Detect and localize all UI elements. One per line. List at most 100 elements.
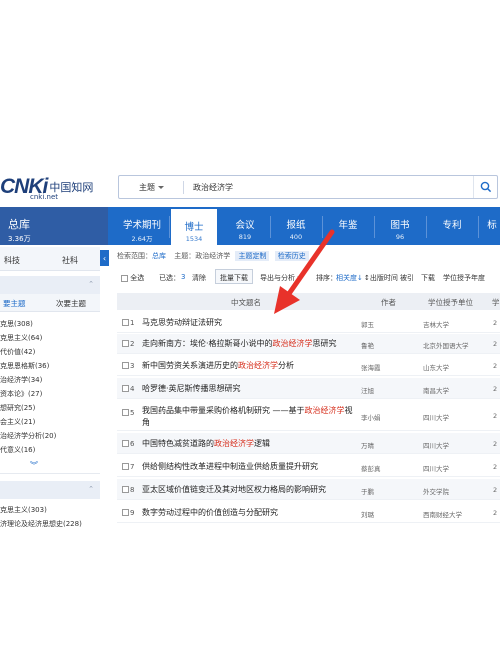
search-input[interactable]: 政治经济学 [193,182,233,193]
subject-item[interactable]: 济理论及经济思想史(228) [0,519,82,529]
column-header-year[interactable]: 学 [492,297,500,308]
row-checkbox[interactable] [122,409,129,416]
sort-degree-year[interactable]: 学位授予年度 [443,273,485,283]
result-title-link[interactable]: 供给侧结构性改革进程中制造业供给质量提升研究 [142,461,318,473]
checkbox[interactable] [121,274,128,282]
table-row[interactable]: 3 新中国劳资关系演进历史的政治经济学分析 张海霞 山东大学 2 [117,356,500,376]
table-row[interactable]: 2 走向新南方：埃伦·格拉斯哥小说中的政治经济学思研究 鲁艳 北京外国语大学 2 [117,334,500,354]
cnki-logo[interactable]: CNKi 中国知网 cnki.net [0,172,110,202]
unit-link[interactable]: 南昌大学 [423,385,449,395]
author-link[interactable]: 李小娟 [361,412,381,422]
title-text: 哈罗德·英尼斯传播思想研究 [142,384,241,393]
tab-journals[interactable]: 学术期刊 2.64万 [117,207,167,245]
tab-standards[interactable]: 标 [484,207,500,245]
tab-count: 1534 [185,235,203,243]
clear-button[interactable]: 清除 [192,273,206,283]
year-value: 2 [493,463,498,471]
row-checkbox[interactable] [122,362,129,369]
topic-item[interactable]: 克思(308) [0,319,33,329]
unit-link[interactable]: 四川大学 [423,440,449,450]
row-checkbox[interactable] [122,340,129,347]
unit-link[interactable]: 四川大学 [423,412,449,422]
sort-download[interactable]: 下载 [421,273,435,283]
result-title-link[interactable]: 亚太区域价值链变迁及其对地区权力格局的影响研究 [142,484,326,496]
topic-item[interactable]: 资本论》(27) [0,389,42,399]
author-link[interactable]: 鲁艳 [361,340,374,350]
logo-url: cnki.net [30,193,58,201]
tab-patents[interactable]: 专利 [429,207,475,245]
author-link[interactable]: 汪旭 [361,385,374,395]
sort-date[interactable]: ↕出版时间 [364,273,398,283]
topic-item[interactable]: 代价值(42) [0,347,35,357]
row-number: 2 [130,340,135,348]
author-link[interactable]: 刘璐 [361,509,374,519]
left-tab-social[interactable]: 社科 [62,255,78,266]
unit-link[interactable]: 外交学院 [423,486,449,496]
tab-main-topic[interactable]: 要主题 [3,298,26,309]
scope-value[interactable]: 总库 [152,252,166,260]
select-all[interactable]: 全选 [121,273,144,283]
tab-conference[interactable]: 会议 819 [222,207,268,245]
collapse-sidebar-button[interactable]: ‹ [100,250,109,266]
row-checkbox[interactable] [122,486,129,493]
tab-books[interactable]: 图书 96 [377,207,423,245]
result-title-link[interactable]: 哈罗德·英尼斯传播思想研究 [142,383,241,395]
row-checkbox[interactable] [122,463,129,470]
left-tab-science[interactable]: 科技 [4,255,20,266]
topic-item[interactable]: 治经济学(34) [0,375,42,385]
result-title-link[interactable]: 走向新南方：埃伦·格拉斯哥小说中的政治经济学思研究 [142,338,337,350]
row-checkbox[interactable] [122,440,129,447]
result-title-link[interactable]: 马克思劳动辩证法研究 [142,317,222,329]
unit-link[interactable]: 北京外国语大学 [423,340,469,350]
panel-header: ⌃ [0,276,100,294]
search-field-select[interactable]: 主题 [139,182,164,193]
tab-secondary-topic[interactable]: 次要主题 [56,298,86,309]
result-title-link[interactable]: 新中国劳资关系演进历史的政治经济学分析 [142,360,294,372]
table-row[interactable]: 5 我国药品集中带量采购价格机制研究 ——基于政治经济学视角 李小娟 四川大学 … [117,401,500,431]
author-link[interactable]: 于鹏 [361,486,374,496]
author-link[interactable]: 万晴 [361,440,374,450]
sort-relevance[interactable]: 相关度↓ [336,273,363,283]
row-checkbox[interactable] [122,319,129,326]
author-link[interactable]: 郭玉 [361,319,374,329]
chevron-up-icon[interactable]: ⌃ [88,485,94,493]
table-row[interactable]: 4 哈罗德·英尼斯传播思想研究 汪旭 南昌大学 2 [117,378,500,399]
tab-zongku[interactable]: 总库 3.36万 [0,207,108,245]
subject-item[interactable]: 克思主义(303) [0,505,47,515]
topic-item[interactable]: 克思主义(64) [0,333,42,343]
chevron-up-icon[interactable]: ⌃ [88,280,94,288]
topic-item[interactable]: 代意义(16) [0,445,35,455]
topic-label: 主题： [174,252,196,260]
sort-cited[interactable]: 被引 [400,273,414,283]
chevron-double-down-icon[interactable]: ︾ [30,460,38,471]
result-title-link[interactable]: 我国药品集中带量采购价格机制研究 ——基于政治经济学视角 [142,405,357,429]
left-tabs: 科技 社科 [0,247,100,271]
unit-link[interactable]: 吉林大学 [423,319,449,329]
topic-custom-button[interactable]: 主题定制 [235,251,270,261]
topic-item[interactable]: 想研究(25) [0,403,35,413]
bulk-download-button[interactable]: 批量下载 [215,269,253,284]
row-checkbox[interactable] [122,509,129,516]
column-header-title[interactable]: 中文题名 [231,297,261,308]
table-row[interactable]: 8 亚太区域价值链变迁及其对地区权力格局的影响研究 于鹏 外交学院 2 [117,479,500,500]
author-link[interactable]: 蔡彭真 [361,463,381,473]
topic-item[interactable]: 会主义(21) [0,417,35,427]
column-header-unit[interactable]: 学位授予单位 [428,297,473,308]
result-title-link[interactable]: 中国特色减贫道路的政治经济学逻辑 [142,438,270,450]
search-button[interactable] [473,176,497,198]
unit-link[interactable]: 西南财经大学 [423,509,462,519]
unit-link[interactable]: 四川大学 [423,463,449,473]
topic-item[interactable]: 治经济学分析(20) [0,431,56,441]
column-header-author[interactable]: 作者 [381,297,396,308]
result-title-link[interactable]: 数字劳动过程中的价值创造与分配研究 [142,507,278,519]
divider [374,216,375,238]
tab-doctoral[interactable]: 博士 1534 [171,207,217,245]
author-link[interactable]: 张海霞 [361,362,381,372]
table-row[interactable]: 6 中国特色减贫道路的政治经济学逻辑 万晴 四川大学 2 [117,433,500,454]
table-row[interactable]: 9 数字劳动过程中的价值创造与分配研究 刘璐 西南财经大学 2 [117,502,500,523]
year-value: 2 [493,509,498,517]
unit-link[interactable]: 山东大学 [423,362,449,372]
table-row[interactable]: 7 供给侧结构性改革进程中制造业供给质量提升研究 蔡彭真 四川大学 2 [117,456,500,477]
row-checkbox[interactable] [122,385,129,392]
topic-item[interactable]: 克思恩格斯(36) [0,361,49,371]
